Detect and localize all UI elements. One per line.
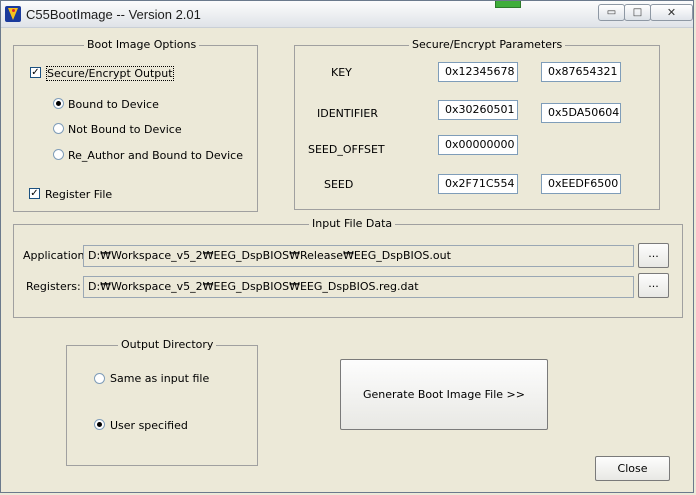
seed-label: SEED — [324, 178, 354, 191]
reauthor-bound-radio[interactable] — [53, 149, 64, 160]
close-button[interactable]: Close — [595, 456, 670, 481]
output-directory-group: Output Directory — [66, 338, 258, 466]
reauthor-bound-label[interactable]: Re_Author and Bound to Device — [68, 149, 243, 162]
close-icon: ✕ — [666, 6, 677, 19]
key-field-1[interactable]: 0x12345678 — [438, 62, 518, 82]
identifier-field-2[interactable]: 0x5DA50604 — [541, 103, 621, 123]
close-window-button[interactable]: ✕ — [650, 4, 693, 21]
status-indicator-icon — [495, 1, 521, 8]
key-label: KEY — [331, 66, 352, 79]
app-window: C55BootImage -- Version 2.01 ▭ □ ✕ Boot … — [0, 0, 694, 493]
minimize-button[interactable]: ▭ — [598, 4, 625, 21]
group-title: Boot Image Options — [84, 38, 200, 51]
seed-offset-field[interactable]: 0x00000000 — [438, 135, 518, 155]
same-as-input-radio[interactable] — [94, 373, 105, 384]
group-title: Input File Data — [309, 217, 396, 230]
group-title: Secure/Encrypt Parameters — [409, 38, 566, 51]
user-specified-label[interactable]: User specified — [110, 419, 188, 432]
same-as-input-label[interactable]: Same as input file — [110, 372, 209, 385]
maximize-button[interactable]: □ — [624, 4, 651, 21]
application-label: Application: — [23, 249, 89, 262]
input-file-data-group: Input File Data — [13, 217, 683, 318]
group-title: Output Directory — [118, 338, 217, 351]
not-bound-to-device-radio[interactable] — [53, 123, 64, 134]
seed-offset-label: SEED_OFFSET — [308, 143, 385, 156]
seed-field-2[interactable]: 0xEEDF6500 — [541, 174, 621, 194]
title-bar: C55BootImage -- Version 2.01 ▭ □ ✕ — [1, 1, 693, 28]
identifier-field-1[interactable]: 0x30260501 — [438, 100, 518, 120]
bound-to-device-radio[interactable] — [53, 98, 64, 109]
register-file-checkbox[interactable]: ✓ — [29, 188, 40, 199]
application-path-field[interactable]: D:₩Workspace_v5_2₩EEG_DspBIOS₩Release₩EE… — [83, 245, 634, 267]
secure-encrypt-checkbox[interactable]: ✓ — [30, 67, 41, 78]
not-bound-to-device-label[interactable]: Not Bound to Device — [68, 123, 182, 136]
bound-to-device-label[interactable]: Bound to Device — [68, 98, 159, 111]
generate-boot-image-button[interactable]: Generate Boot Image File >> — [340, 359, 548, 430]
registers-browse-button[interactable]: ... — [638, 273, 669, 298]
seed-field-1[interactable]: 0x2F71C554 — [438, 174, 518, 194]
register-file-label[interactable]: Register File — [45, 188, 112, 201]
application-browse-button[interactable]: ... — [638, 243, 669, 268]
maximize-icon: □ — [632, 7, 643, 18]
secure-encrypt-label[interactable]: Secure/Encrypt Output — [46, 66, 174, 81]
registers-label: Registers: — [26, 280, 81, 293]
window-title: C55BootImage -- Version 2.01 — [26, 7, 201, 22]
registers-path-field[interactable]: D:₩Workspace_v5_2₩EEG_DspBIOS₩EEG_DspBIO… — [83, 276, 634, 298]
user-specified-radio[interactable] — [94, 419, 105, 430]
key-field-2[interactable]: 0x87654321 — [541, 62, 621, 82]
minimize-icon: ▭ — [606, 7, 617, 18]
identifier-label: IDENTIFIER — [317, 107, 379, 120]
app-logo-icon — [5, 6, 21, 22]
